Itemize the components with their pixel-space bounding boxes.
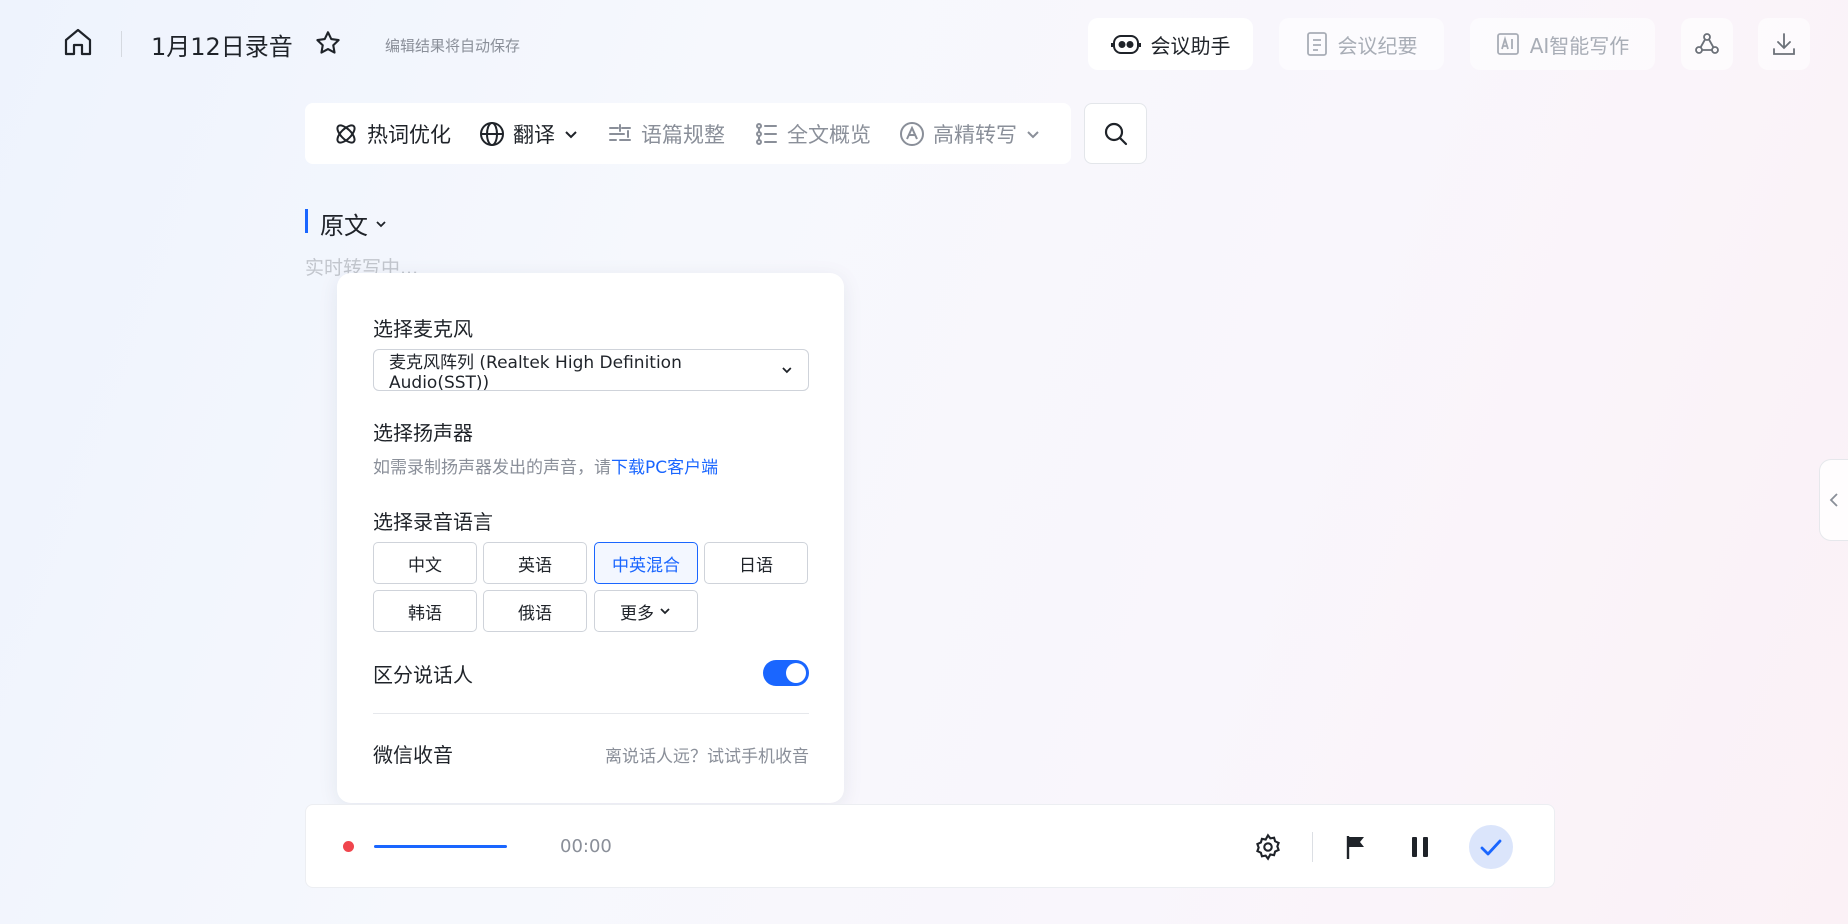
check-icon <box>1480 839 1502 856</box>
language-option-english[interactable]: 英语 <box>483 542 587 584</box>
full-overview-label: 全文概览 <box>787 122 871 147</box>
accurate-transcribe-label: 高精转写 <box>933 122 1017 147</box>
chevron-down-icon <box>565 130 577 138</box>
meeting-assistant-label: 会议助手 <box>1150 33 1231 58</box>
mic-heading: 选择麦克风 <box>373 317 473 341</box>
page-title[interactable]: 1月12日录音 <box>151 27 293 62</box>
language-option-mixed[interactable]: 中英混合 <box>594 542 698 584</box>
recording-indicator <box>343 841 354 852</box>
recording-settings-popup: 选择麦克风 麦克风阵列 (Realtek High Definition Aud… <box>337 273 844 803</box>
chevron-down-icon <box>782 367 792 374</box>
speaker-diarization-toggle[interactable] <box>763 660 809 686</box>
header-divider <box>121 31 122 57</box>
wechat-capture-hint[interactable]: 离说话人远？试试手机收音 <box>605 742 809 767</box>
transcript-toolbar: 热词优化 翻译 语篇规整 全文概览 高精转写 <box>305 103 1071 164</box>
search-icon <box>1104 122 1127 145</box>
meeting-minutes-label: 会议纪要 <box>1337 33 1418 58</box>
accurate-transcribe-icon <box>900 121 924 146</box>
settings-button[interactable] <box>1248 827 1288 867</box>
recorder-bar: 00:00 <box>305 804 1555 888</box>
download-pc-client-link[interactable]: 下载PC客户端 <box>611 458 718 478</box>
language-option-japanese[interactable]: 日语 <box>704 542 808 584</box>
language-more-button[interactable]: 更多 <box>594 590 698 632</box>
original-text-label: 原文 <box>320 212 368 240</box>
gear-icon <box>1256 833 1280 861</box>
share-button[interactable] <box>1681 18 1733 70</box>
language-option-chinese[interactable]: 中文 <box>373 542 477 584</box>
popup-divider <box>373 713 809 714</box>
language-option-russian[interactable]: 俄语 <box>483 590 587 632</box>
search-button[interactable] <box>1084 103 1147 164</box>
globe-icon <box>480 121 504 146</box>
discourse-format-button[interactable]: 语篇规整 <box>607 119 725 149</box>
ai-writing-label: AI智能写作 <box>1529 33 1630 58</box>
section-marker <box>305 209 308 233</box>
hotword-optimize-button[interactable]: 热词优化 <box>333 119 451 149</box>
wechat-capture-label: 微信收音 <box>373 743 453 767</box>
mark-button[interactable] <box>1336 827 1376 867</box>
recording-time: 00:00 <box>560 836 612 857</box>
star-icon <box>316 31 340 54</box>
robot-icon <box>1110 35 1141 54</box>
audio-waveform <box>374 845 507 848</box>
chevron-down-icon <box>660 608 670 615</box>
discourse-format-label: 语篇规整 <box>641 122 725 147</box>
speaker-note: 如需录制扬声器发出的声音，请下载PC客户端 <box>373 453 718 478</box>
overview-icon <box>756 122 777 145</box>
home-icon <box>64 28 92 56</box>
hotword-icon <box>336 123 356 144</box>
chevron-left-icon <box>1829 493 1838 507</box>
full-overview-button[interactable]: 全文概览 <box>753 119 871 149</box>
recorder-divider <box>1312 832 1313 862</box>
speaker-diarization-label: 区分说话人 <box>373 663 473 687</box>
microphone-select-value: 麦克风阵列 (Realtek High Definition Audio(SST… <box>389 352 682 393</box>
share-icon <box>1695 33 1719 54</box>
translate-button[interactable]: 翻译 <box>479 119 579 149</box>
document-icon <box>1306 32 1327 56</box>
side-panel-toggle[interactable] <box>1819 459 1848 541</box>
pause-icon <box>1412 837 1428 857</box>
hotword-optimize-label: 热词优化 <box>367 122 451 147</box>
meeting-assistant-button[interactable]: 会议助手 <box>1088 18 1253 70</box>
download-button[interactable] <box>1758 18 1810 70</box>
flag-icon <box>1346 836 1364 859</box>
language-more-label: 更多 <box>620 603 654 624</box>
accurate-transcribe-button[interactable]: 高精转写 <box>899 119 1041 149</box>
ai-writing-button[interactable]: AI智能写作 <box>1470 18 1655 70</box>
home-button[interactable] <box>60 24 96 60</box>
microphone-select[interactable]: 麦克风阵列 (Realtek High Definition Audio(SST… <box>373 349 809 393</box>
speaker-note-text: 如需录制扬声器发出的声音，请 <box>373 458 611 478</box>
speaker-heading: 选择扬声器 <box>373 421 473 445</box>
language-option-korean[interactable]: 韩语 <box>373 590 477 632</box>
autosave-note: 编辑结果将自动保存 <box>385 37 521 55</box>
translate-label: 翻译 <box>513 122 555 147</box>
original-text-dropdown[interactable]: 原文 <box>320 206 388 241</box>
chevron-down-icon <box>376 220 386 227</box>
finish-recording-button[interactable] <box>1469 825 1513 869</box>
meeting-minutes-button[interactable]: 会议纪要 <box>1279 18 1444 70</box>
chevron-down-icon <box>1027 130 1039 138</box>
ai-icon <box>1496 33 1519 55</box>
toggle-knob <box>786 663 806 683</box>
pause-button[interactable] <box>1400 827 1440 867</box>
favorite-button[interactable] <box>314 29 344 59</box>
language-heading: 选择录音语言 <box>373 510 493 534</box>
download-icon <box>1773 33 1795 55</box>
format-icon <box>609 123 631 141</box>
